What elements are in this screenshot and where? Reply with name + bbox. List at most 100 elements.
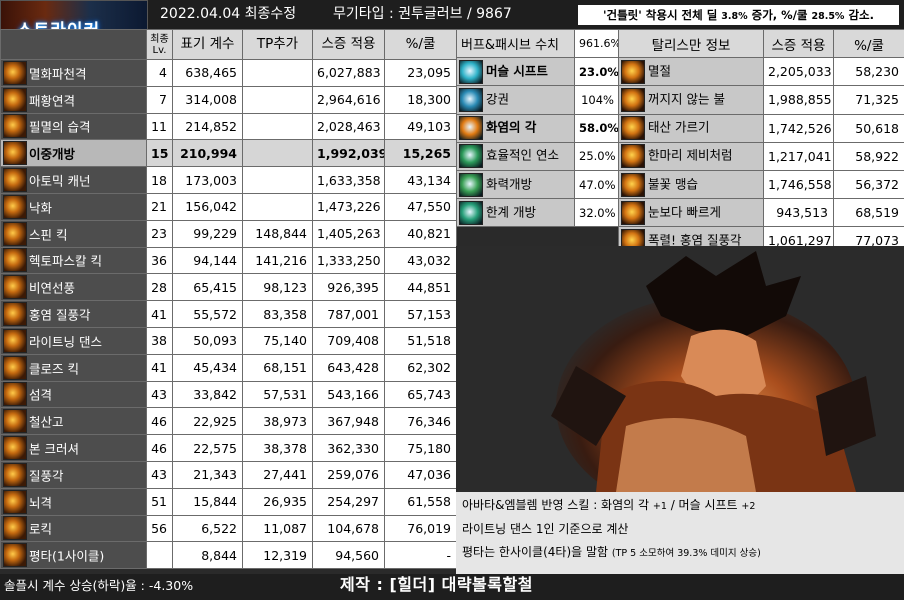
skill-icon [3,382,27,407]
skill-stat: 104,678 [312,514,385,543]
skill-level: 41 [146,300,173,328]
buff-name-cell: 머슬 시프트 [456,57,575,87]
talisman-name: 멸절 [648,63,672,79]
talisman-name: 한마리 제비처럼 [648,147,733,163]
buff-name-cell: 한계 개방 [456,198,575,228]
skill-per-cd: 47,036 [384,460,457,489]
skill-row: 로킥 56 6,522 11,087 104,678 76,019 [0,514,457,543]
skill-per-cd: 18,300 [384,85,457,114]
talisman-row: 태산 가르기 1,742,526 50,618 [618,113,904,143]
skill-name: 섬격 [29,387,53,403]
skill-icon [3,462,27,487]
skill-name-cell: 섬격 [0,380,147,409]
buff-row: 머슬 시프트 23.0% [456,57,619,87]
skill-coef: 55,572 [172,300,243,328]
talisman-row: 꺼지지 않는 불 1,988,855 71,325 [618,85,904,115]
skill-icon [3,275,27,300]
skill-per-cd: 43,032 [384,246,457,275]
skill-row: 라이트닝 댄스 38 50,093 75,140 709,408 51,518 [0,326,457,355]
skill-row: 필멸의 습격 11 214,852 2,028,463 49,103 [0,112,457,141]
skill-name: 철산고 [29,414,64,430]
talisman-stat: 2,205,033 [763,57,834,87]
talisman-stat: 1,988,855 [763,85,834,115]
skill-coef: 22,575 [172,434,243,462]
skill-row: 본 크러셔 46 22,575 38,378 362,330 75,180 [0,434,457,462]
skill-tp: 38,378 [242,434,313,462]
talisman-name-cell: 불꽃 맹습 [618,169,764,200]
note-lightning-dance: 라이트닝 댄스 1인 기준으로 계산 [462,522,629,536]
talisman-stat: 1,746,558 [763,169,834,200]
skill-tp: 75,140 [242,326,313,355]
skill-row: 평타(1사이클) 8,844 12,319 94,560- [0,541,457,570]
skill-name-cell: 뇌격 [0,487,147,516]
skill-stat: 787,001 [312,300,385,328]
buff-value: 23.0% [574,57,619,87]
buff-row: 한계 개방 32.0% [456,198,619,228]
striker-illustration [456,246,904,492]
skill-icon [3,409,27,434]
talisman-icon [621,59,645,84]
skill-per-cd: 76,346 [384,407,457,436]
skill-tp: 57,531 [242,380,313,409]
skill-level: 18 [146,166,173,194]
buff-table-header: 버프&패시브 수치 961.6% [456,28,619,59]
buff-value: 58.0% [574,113,619,143]
skill-per-cd: 75,180 [384,434,457,462]
skill-name-cell: 이중개방 [0,139,147,168]
skill-stat: 1,473,226 [312,192,385,221]
skill-name-cell: 질풍각 [0,460,147,489]
talisman-name: 불꽃 맹습 [648,176,698,192]
buff-name-cell: 강권 [456,85,575,115]
skill-tp [242,139,313,168]
skill-row: 비연선풍 28 65,415 98,123 926,395 44,851 [0,273,457,302]
skill-row: 멸화파천격 4 638,465 6,027,883 23,095 [0,59,457,87]
skill-name: 스핀 킥 [29,227,68,243]
talisman-row: 멸절 2,205,033 58,230 [618,57,904,87]
skill-level: 56 [146,514,173,543]
buff-row: 화력개방 47.0% [456,169,619,200]
skill-stat: 6,027,883 [312,59,385,87]
skill-level: 15 [146,139,173,168]
talisman-table-header: 탈리스만 정보 스증 적용 %/쿨 [618,28,904,59]
skill-name: 질풍각 [29,468,64,484]
skill-level: 4 [146,59,173,87]
buff-total: 961.6% [574,28,619,59]
talisman-stat-header: 스증 적용 [763,28,834,59]
skill-coef: 314,008 [172,85,243,114]
skill-icon [3,168,27,193]
talisman-icon [621,144,645,169]
skill-stat: 926,395 [312,273,385,302]
skill-coef: 6,522 [172,514,243,543]
talisman-name: 눈보다 빠르게 [648,204,721,220]
tp-header: TP추가 [242,29,313,60]
skill-stat: 643,428 [312,353,385,382]
skill-tp: 141,216 [242,246,313,275]
skill-level: 11 [146,112,173,141]
talisman-name-cell: 눈보다 빠르게 [618,198,764,228]
skill-name: 라이트닝 댄스 [29,334,102,350]
talisman-per-cd: 68,519 [833,198,904,228]
skill-name: 평타(1사이클) [29,548,105,564]
skill-stat: 1,992,039 [312,139,385,168]
skill-coef: 210,994 [172,139,243,168]
skill-row: 뇌격 51 15,844 26,935 254,297 61,558 [0,487,457,516]
talisman-name-cell: 꺼지지 않는 불 [618,85,764,115]
talisman-per-cd: 58,922 [833,141,904,171]
skill-tp: 148,844 [242,219,313,248]
buff-name: 화염의 각 [486,119,537,135]
talisman-row: 한마리 제비처럼 1,217,041 58,922 [618,141,904,171]
author-credit: 제작 : [힐더] 대략볼록할철 [340,575,533,594]
buff-value: 25.0% [574,141,619,171]
buff-value: 104% [574,85,619,115]
talisman-per-cd: 50,618 [833,113,904,143]
buff-name-cell: 화력개방 [456,169,575,200]
skill-coef: 8,844 [172,541,243,570]
last-updated: 2022.04.04 최종수정 [160,0,297,29]
skill-level: 46 [146,434,173,462]
talisman-icon [621,116,645,141]
buff-name-cell: 효율적인 연소 [456,141,575,171]
skill-per-cd: 47,550 [384,192,457,221]
buff-name: 한계 개방 [486,204,536,220]
skill-per-cd: 57,153 [384,300,457,328]
skill-icon [3,221,27,246]
